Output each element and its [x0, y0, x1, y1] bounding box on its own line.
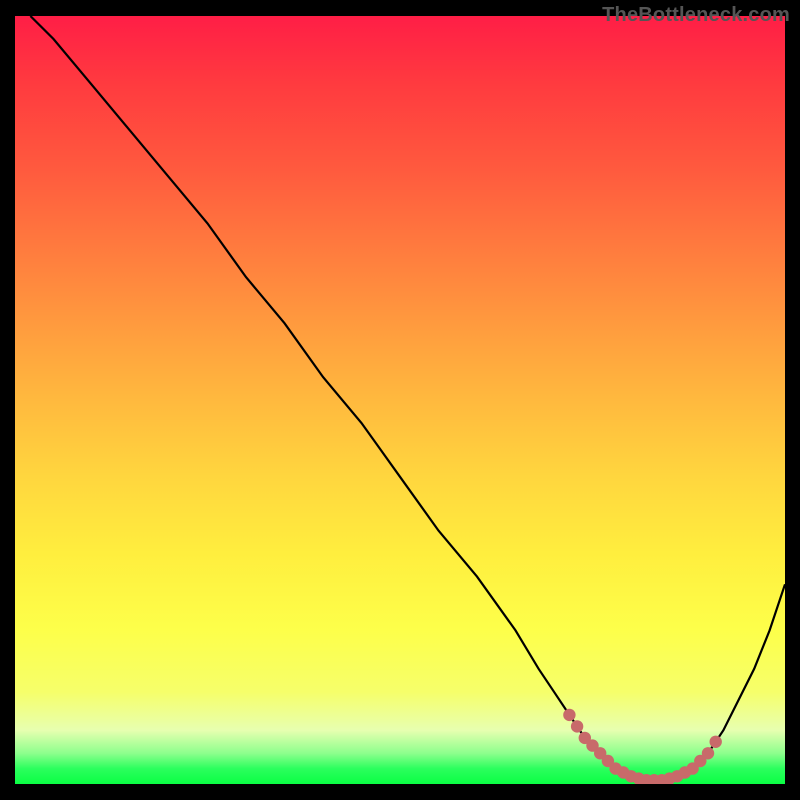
- highlight-dot: [563, 709, 575, 721]
- highlight-dot: [571, 720, 583, 732]
- highlight-dot: [702, 747, 714, 759]
- highlight-dot: [710, 736, 722, 748]
- bottleneck-curve: [30, 16, 785, 780]
- watermark-text: TheBottleneck.com: [602, 4, 790, 27]
- minimum-region-dots: [563, 709, 722, 784]
- chart-area: [15, 16, 785, 784]
- chart-svg: [15, 16, 785, 784]
